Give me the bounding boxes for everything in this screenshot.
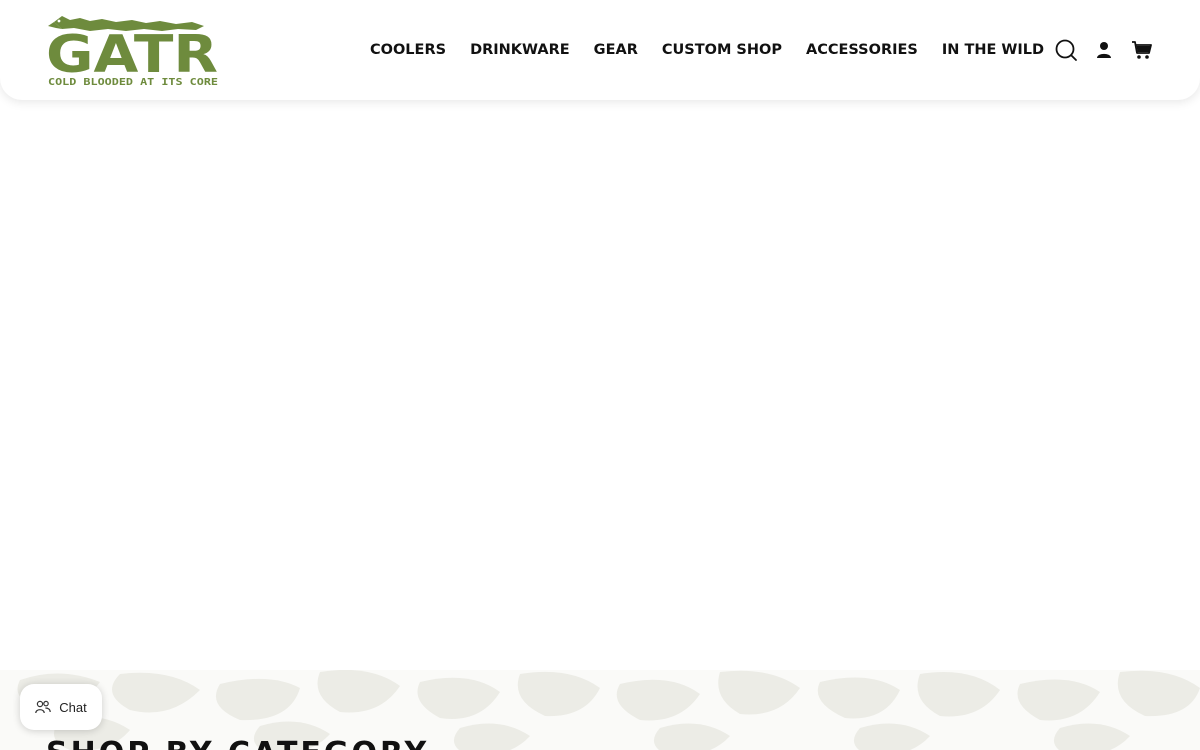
chat-people-icon	[35, 700, 52, 714]
cart-icon	[1132, 41, 1152, 59]
gatr-logo: GATR COLD BLOODED AT ITS CORE	[46, 16, 218, 88]
main-nav: COOLERS DRINKWARE GEAR CUSTOM SHOP ACCES…	[362, 36, 1060, 64]
shop-by-category-section: SHOP BY CATEGORY	[0, 670, 1200, 750]
nav-item-in-the-wild[interactable]: IN THE WILD	[934, 36, 1052, 64]
chat-button[interactable]: Chat	[20, 684, 102, 730]
chat-label: Chat	[59, 699, 87, 715]
hero-area	[0, 100, 1200, 670]
header-icons	[1042, 36, 1156, 64]
logo-link[interactable]: GATR COLD BLOODED AT ITS CORE	[46, 12, 222, 88]
account-button[interactable]	[1090, 36, 1118, 64]
search-icon	[1055, 39, 1077, 61]
nav-item-drinkware[interactable]: DRINKWARE	[462, 36, 578, 64]
logo-wordmark: GATR	[46, 25, 218, 85]
nav-item-gear[interactable]: GEAR	[586, 36, 646, 64]
search-button[interactable]	[1052, 36, 1080, 64]
nav-item-accessories[interactable]: ACCESSORIES	[798, 36, 926, 64]
logo-tagline: COLD BLOODED AT ITS CORE	[48, 77, 218, 88]
cart-button[interactable]	[1128, 36, 1156, 64]
page: GATR COLD BLOODED AT ITS CORE COOLERS DR…	[0, 0, 1200, 750]
account-icon	[1097, 42, 1111, 58]
nav-item-custom-shop[interactable]: CUSTOM SHOP	[654, 36, 790, 64]
nav-item-coolers[interactable]: COOLERS	[362, 36, 454, 64]
section-title: SHOP BY CATEGORY	[46, 736, 429, 750]
site-header: GATR COLD BLOODED AT ITS CORE COOLERS DR…	[0, 0, 1200, 100]
